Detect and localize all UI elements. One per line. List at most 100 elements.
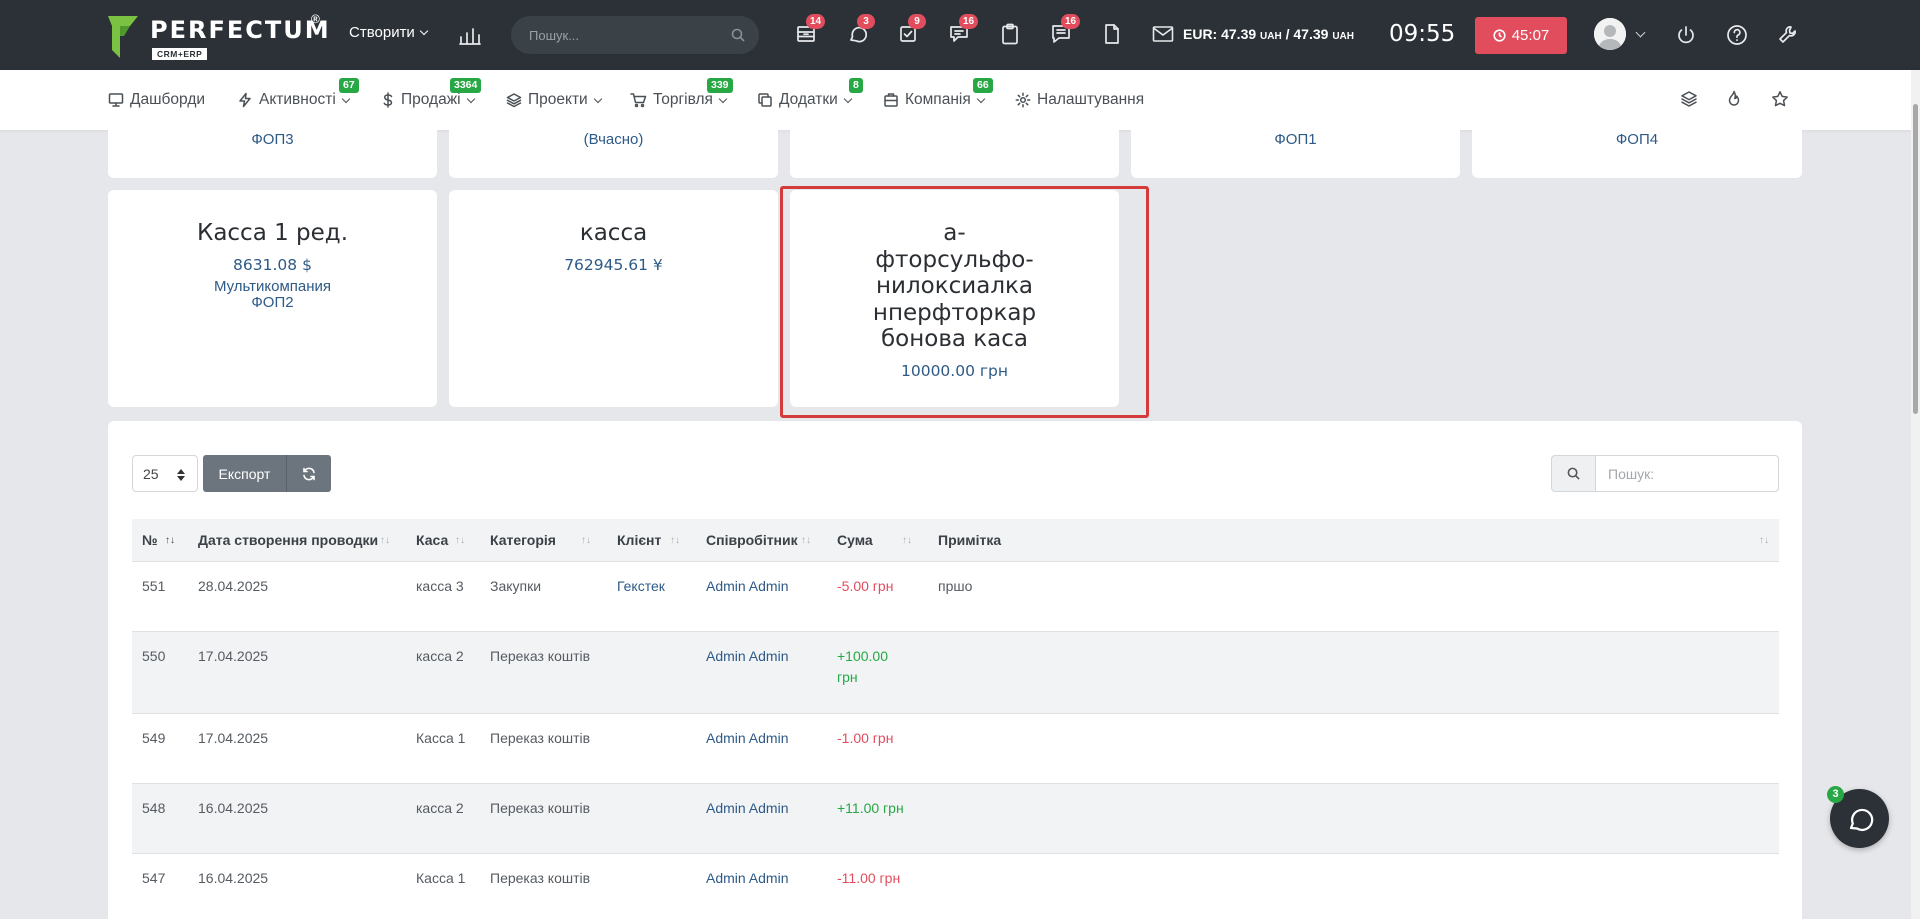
nav-item-label: Проекти	[528, 91, 588, 108]
help-icon[interactable]	[1726, 24, 1748, 46]
cash-card[interactable]: ФОП3	[108, 110, 437, 178]
chat-lines-icon[interactable]: 16	[1049, 14, 1081, 46]
comment-icon[interactable]: 3	[845, 14, 875, 46]
column-header-id[interactable]: №	[142, 519, 158, 562]
avatar[interactable]	[1594, 18, 1626, 50]
nav-item-label: Торгівля	[653, 91, 713, 108]
cart-icon	[630, 93, 647, 108]
user-avatar-icon	[1594, 18, 1626, 50]
nav-item-label: Дашборди	[130, 91, 206, 108]
chat-widget-button[interactable]: 3	[1827, 786, 1889, 848]
column-header-category[interactable]: Категорія	[490, 519, 556, 562]
cell-employee-link[interactable]: Admin Admin	[706, 646, 788, 667]
currency-rate: EUR: 47.39 UAH / 47.39 UAH	[1152, 25, 1354, 43]
refresh-button[interactable]	[286, 455, 331, 492]
cell-employee-link[interactable]: Admin Admin	[706, 868, 788, 889]
sort-icon[interactable]: ↑↓	[380, 535, 392, 547]
notification-badge: 14	[806, 14, 826, 29]
cell-cash: Касса 1	[416, 730, 466, 746]
column-header-sum[interactable]: Сума	[837, 519, 873, 562]
cash-card[interactable]: ФОП1	[1131, 110, 1460, 178]
page-length-select[interactable]: 25	[132, 455, 198, 492]
envelope-icon[interactable]	[1152, 25, 1174, 43]
stats-icon[interactable]	[458, 23, 482, 47]
global-search	[511, 16, 759, 54]
nav-item-label: Компанія	[905, 91, 971, 108]
table-row[interactable]: 550 17.04.2025 касса 2 Переказ коштів Ad…	[132, 632, 1779, 714]
table-row[interactable]: 549 17.04.2025 Касса 1 Переказ коштів Ad…	[132, 714, 1779, 784]
column-header-date[interactable]: Дата створення проводки	[198, 519, 378, 562]
cell-cash: касса 2	[416, 648, 464, 664]
table-header: № ↑↓ Дата створення проводки ↑↓ Каса ↑↓ …	[132, 519, 1779, 562]
sort-desc-icon[interactable]: ↑↓	[165, 535, 177, 547]
sort-icon[interactable]: ↑↓	[455, 535, 467, 547]
sort-icon[interactable]: ↑↓	[581, 535, 593, 547]
cell-category: Переказ коштів	[490, 800, 591, 816]
sort-icon[interactable]: ↑↓	[670, 535, 682, 547]
nav-badge: 3364	[450, 78, 482, 93]
cell-cash: касса 3	[416, 578, 464, 594]
cash-card[interactable]: касса 762945.61 ¥	[449, 190, 778, 407]
session-timer-button[interactable]: 45:07	[1475, 17, 1567, 54]
cell-client-link[interactable]: Гекстек	[617, 576, 665, 597]
table-row[interactable]: 547 16.04.2025 Касса 1 Переказ коштів Ad…	[132, 854, 1779, 919]
inbox-stack-icon[interactable]: 14	[794, 14, 826, 46]
search-icon[interactable]	[731, 28, 745, 42]
scrollbar-thumb[interactable]	[1913, 104, 1918, 414]
logo-name: PERFECTUM	[150, 16, 331, 44]
nav-badge: 8	[849, 78, 863, 93]
layers-icon	[506, 93, 522, 108]
chevron-down-icon[interactable]	[1635, 27, 1646, 38]
cell-employee-link[interactable]: Admin Admin	[706, 728, 788, 749]
table-row[interactable]: 548 16.04.2025 касса 2 Переказ коштів Ad…	[132, 784, 1779, 854]
sort-icon[interactable]: ↑↓	[1759, 535, 1771, 547]
table-search-button[interactable]	[1551, 455, 1595, 492]
cash-card[interactable]	[790, 110, 1119, 178]
cash-card[interactable]: Касса 1 ред. 8631.08 $ Мультикомпания ФО…	[108, 190, 437, 407]
cell-employee-link[interactable]: Admin Admin	[706, 798, 788, 819]
logo[interactable]: PERFECTUM ® CRM+ERP	[106, 12, 329, 62]
dollar-icon	[383, 92, 393, 108]
sort-icon[interactable]: ↑↓	[902, 535, 914, 547]
document-icon[interactable]	[1100, 22, 1124, 46]
cash-card-org: Мультикомпания ФОП2	[213, 278, 332, 311]
cell-date: 17.04.2025	[198, 730, 269, 746]
cash-card-balance: 8631.08 $	[233, 256, 312, 274]
session-timer-value: 45:07	[1511, 27, 1550, 44]
export-button[interactable]: Експорт	[203, 455, 286, 492]
page-length-value: 25	[143, 466, 159, 482]
announcement-icon[interactable]: 16	[947, 14, 979, 46]
cell-cash: Касса 1	[416, 870, 466, 886]
building-icon	[884, 93, 898, 107]
nav-badge: 339	[707, 78, 733, 93]
transactions-panel: 25 Експорт № ↑↓ Дата створення проводки …	[108, 421, 1802, 919]
nav-badge: 67	[339, 78, 359, 93]
column-header-employee[interactable]: Співробітник	[706, 519, 798, 562]
rate-eur: EUR: 47.39	[1183, 26, 1257, 42]
global-search-input[interactable]	[529, 16, 719, 54]
cash-card-org: ФОП3	[251, 131, 294, 148]
cell-id: 548	[142, 800, 166, 816]
chevron-down-icon	[843, 94, 853, 103]
column-header-cash[interactable]: Каса	[416, 519, 448, 562]
notification-badge: 16	[959, 14, 979, 29]
power-icon[interactable]	[1675, 24, 1697, 46]
cash-card[interactable]: (Вчасно)	[449, 110, 778, 178]
sort-up-icon	[177, 469, 185, 474]
create-menu[interactable]: Створити	[349, 24, 429, 41]
vertical-scrollbar[interactable]	[1911, 70, 1920, 919]
chevron-down-icon	[976, 94, 985, 103]
tools-icon[interactable]	[1776, 23, 1800, 47]
sort-icon[interactable]: ↑↓	[801, 535, 813, 547]
table-search-input[interactable]	[1595, 455, 1779, 492]
column-header-client[interactable]: Клієнт	[617, 519, 661, 562]
clipboard-icon[interactable]	[998, 22, 1022, 46]
cash-card[interactable]: ФОП4	[1472, 110, 1802, 178]
column-header-note[interactable]: Примітка	[938, 519, 1001, 562]
cell-date: 17.04.2025	[198, 648, 269, 664]
clock: 09:55	[1389, 21, 1456, 47]
cash-card-org: (Вчасно)	[583, 131, 644, 148]
cell-employee-link[interactable]: Admin Admin	[706, 576, 788, 597]
task-check-icon[interactable]: 9	[896, 14, 926, 46]
table-row[interactable]: 551 28.04.2025 касса 3 Закупки Гекстек A…	[132, 562, 1779, 632]
